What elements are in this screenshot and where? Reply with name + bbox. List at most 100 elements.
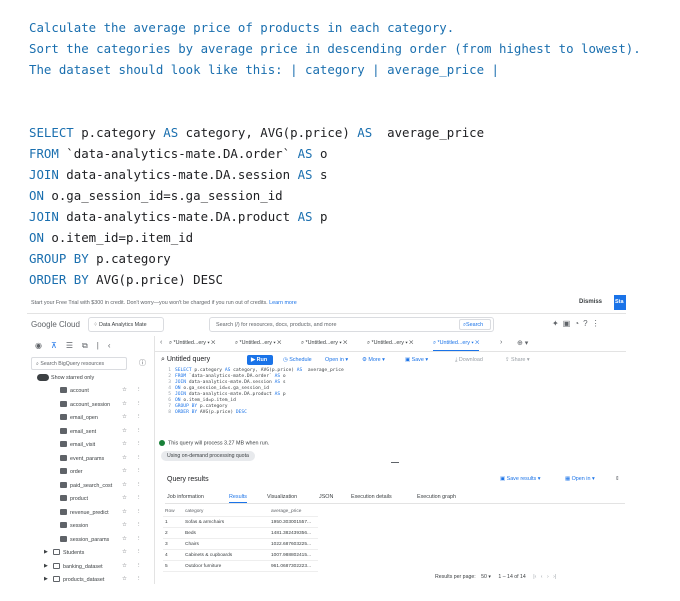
sql-editor[interactable]: 1 SELECT p.category AS category, AVG(p.pr… — [159, 368, 419, 416]
table-item[interactable]: paid_search_cost ☆ ⋮ — [27, 479, 155, 493]
caret-right-icon[interactable]: ▶ — [44, 576, 48, 582]
query-tab[interactable]: ⌕ *Untitled...ery ▾ ✕ — [433, 340, 480, 351]
editor-line[interactable]: 8 ORDER BY AVG(p.price) DESC — [159, 410, 419, 416]
more-vert-icon[interactable]: ⋮ — [136, 387, 141, 393]
table-item[interactable]: event_params ☆ ⋮ — [27, 452, 155, 466]
column-header[interactable]: category — [185, 509, 203, 514]
star-icon[interactable]: ☆ — [122, 428, 127, 434]
collapse-icon[interactable]: |‹ — [97, 341, 120, 350]
more-vert-icon[interactable]: ⋮ — [136, 509, 141, 515]
close-icon[interactable]: ▾ ✕ — [206, 340, 215, 346]
close-icon[interactable]: ▾ ✕ — [470, 340, 479, 346]
more-vert-icon[interactable]: ⋮ — [136, 549, 141, 555]
star-icon[interactable]: ☆ — [122, 563, 127, 569]
more-vert-icon[interactable]: ⋮ — [136, 468, 141, 474]
more-vert-icon[interactable]: ⋮ — [136, 522, 141, 528]
dataset-item[interactable]: ▶ banking_dataset ☆ ⋮ — [27, 560, 155, 574]
star-icon[interactable]: ☆ — [122, 549, 127, 555]
list-icon[interactable]: ☰ — [66, 341, 82, 350]
dataset-item[interactable]: ▶ Students ☆ ⋮ — [27, 546, 155, 560]
star-icon[interactable]: ☆ — [122, 495, 127, 501]
close-icon[interactable]: ▾ ✕ — [404, 340, 413, 346]
table-row[interactable]: 3 Chairs 1022.687603225... — [163, 539, 318, 550]
explorer-search-input[interactable]: ⌕ Search BigQuery resources — [31, 357, 127, 370]
column-header[interactable]: average_price — [271, 509, 301, 514]
add-tab-icon[interactable]: ⊕ ▾ — [517, 339, 528, 347]
caret-right-icon[interactable]: ▶ — [44, 549, 48, 555]
gemini-icon[interactable]: ✦ — [552, 319, 563, 328]
more-vert-icon[interactable]: ⋮ — [136, 563, 141, 569]
star-icon[interactable]: ☆ — [122, 441, 127, 447]
chevron-left-icon[interactable]: ‹ — [160, 339, 162, 346]
close-icon[interactable]: ▾ ✕ — [272, 340, 281, 346]
star-icon[interactable]: ☆ — [122, 522, 127, 528]
google-cloud-logo[interactable]: Google Cloud — [31, 320, 80, 329]
more-vert-icon[interactable]: ⋮ — [136, 414, 141, 420]
processing-quota-chip[interactable]: Using on-demand processing quota — [161, 451, 255, 461]
more-vert-icon[interactable]: ⋮ — [136, 401, 141, 407]
next-page-icon[interactable]: › — [547, 574, 549, 580]
query-tab[interactable]: ⌕ *Untitled...ery ▾ ✕ — [169, 340, 215, 347]
results-tab[interactable]: Visualization — [267, 494, 297, 500]
star-icon[interactable]: ☆ — [122, 401, 127, 407]
cloud-shell-icon[interactable]: ▣ — [563, 319, 575, 328]
search-tree-icon[interactable]: ⊼ — [51, 341, 66, 350]
start-trial-button[interactable]: Sta — [614, 295, 626, 310]
project-picker[interactable]: ⁘ Data Analytics Mate — [88, 317, 164, 332]
star-icon[interactable]: ☆ — [122, 414, 127, 420]
results-tab[interactable]: Execution details — [351, 494, 392, 500]
star-icon[interactable]: ☆ — [122, 536, 127, 542]
query-tab[interactable]: ⌕ *Untitled...ery ▾ ✕ — [367, 340, 413, 347]
table-row[interactable]: 4 Cabinets & cupboards 1007.988802415... — [163, 550, 318, 561]
last-page-icon[interactable]: ›| — [553, 574, 556, 580]
history-icon[interactable]: ⧉ — [82, 341, 97, 350]
more-vert-icon[interactable]: ⋮ — [592, 319, 604, 328]
close-icon[interactable]: ▾ ✕ — [338, 340, 347, 346]
table-row[interactable]: 1 Sofas & armchairs 1950.303001557... — [163, 517, 318, 528]
table-item[interactable]: account_session ☆ ⋮ — [27, 398, 155, 412]
help-icon[interactable]: ⓘ — [139, 358, 146, 368]
more-vert-icon[interactable]: ⋮ — [136, 441, 141, 447]
dataset-item[interactable]: ▶ products_dataset ☆ ⋮ — [27, 573, 155, 584]
results-tab[interactable]: Results — [229, 494, 247, 503]
more-vert-icon[interactable]: ⋮ — [136, 536, 141, 542]
more-vert-icon[interactable]: ⋮ — [136, 455, 141, 461]
results-tab[interactable]: Execution graph — [417, 494, 456, 500]
query-tab[interactable]: ⌕ *Untitled...ery ▾ ✕ — [301, 340, 347, 347]
download-button[interactable]: ⤓ Download — [455, 357, 483, 364]
run-button[interactable]: ▶ Run — [247, 355, 273, 365]
share-button[interactable]: ⇪ Share ▾ — [505, 357, 530, 363]
star-icon[interactable]: ☆ — [122, 509, 127, 515]
pin-icon[interactable]: ◉ — [35, 341, 51, 350]
chevron-right-icon[interactable]: › — [500, 339, 502, 346]
more-vert-icon[interactable]: ⋮ — [136, 576, 141, 582]
page-size-select[interactable]: 50 ▾ — [481, 574, 491, 580]
table-row[interactable]: 5 Outdoor furniture 961.0687302223... — [163, 561, 318, 572]
table-item[interactable]: product ☆ ⋮ — [27, 492, 155, 506]
query-tab[interactable]: ⌕ *Untitled...ery ▾ ✕ — [235, 340, 281, 347]
star-icon[interactable]: ☆ — [122, 576, 127, 582]
more-vert-icon[interactable]: ⋮ — [136, 482, 141, 488]
more-button[interactable]: ⚙ More ▾ — [362, 357, 385, 363]
table-item[interactable]: account ☆ ⋮ — [27, 384, 155, 398]
results-open-in-button[interactable]: ▦ Open in ▾ — [565, 476, 595, 482]
show-starred-toggle[interactable]: Show starred only — [37, 374, 94, 381]
star-icon[interactable]: ☆ — [122, 468, 127, 474]
table-item[interactable]: email_sent ☆ ⋮ — [27, 425, 155, 439]
save-results-button[interactable]: ▣ Save results ▾ — [500, 476, 540, 482]
star-icon[interactable]: ☆ — [122, 482, 127, 488]
more-vert-icon[interactable]: ⋮ — [136, 428, 141, 434]
more-vert-icon[interactable]: ⋮ — [136, 495, 141, 501]
dismiss-button[interactable]: Dismiss — [579, 299, 602, 305]
table-item[interactable]: session ☆ ⋮ — [27, 519, 155, 533]
table-item[interactable]: session_params ☆ ⋮ — [27, 533, 155, 547]
table-item[interactable]: email_open ☆ ⋮ — [27, 411, 155, 425]
table-item[interactable]: email_visit ☆ ⋮ — [27, 438, 155, 452]
first-page-icon[interactable]: |‹ — [533, 574, 536, 580]
resize-handle[interactable] — [391, 462, 399, 463]
table-row[interactable]: 2 Beds 1481.382439356... — [163, 528, 318, 539]
star-icon[interactable]: ☆ — [122, 387, 127, 393]
caret-right-icon[interactable]: ▶ — [44, 563, 48, 569]
console-search-input[interactable]: Search (/) for resources, docs, products… — [209, 317, 494, 332]
expand-icon[interactable]: ⇕ — [615, 476, 620, 482]
